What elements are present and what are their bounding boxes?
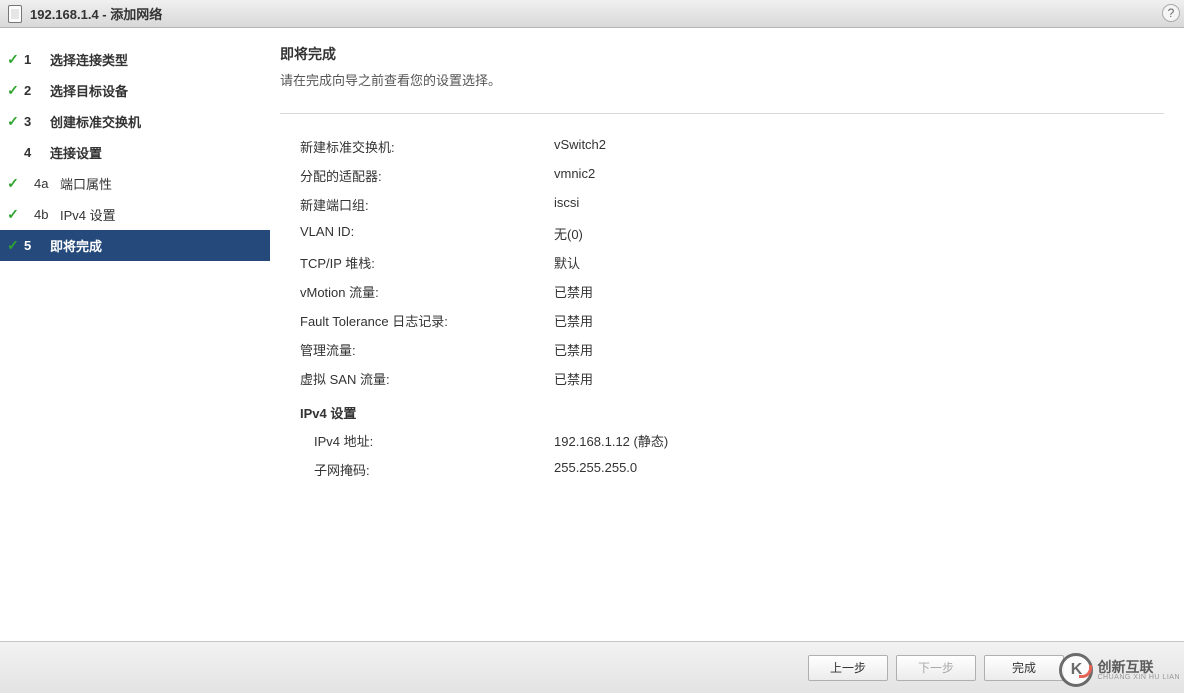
help-icon[interactable]: ? [1162, 4, 1180, 22]
page-subheading: 请在完成向导之前查看您的设置选择。 [280, 70, 1164, 99]
summary-val: 已禁用 [554, 340, 1164, 359]
wizard-step-ipv4-settings[interactable]: ✓ 4b IPv4 设置 [0, 199, 270, 230]
summary-row-ft-logging: Fault Tolerance 日志记录: 已禁用 [300, 306, 1164, 335]
summary-key: 管理流量: [300, 340, 554, 359]
summary-val: vSwitch2 [554, 137, 1164, 156]
summary-val: 192.168.1.12 (静态) [554, 431, 1164, 450]
watermark-logo-icon: K [1059, 653, 1093, 687]
wizard-footer: 上一步 下一步 完成 [0, 641, 1184, 693]
step-label: 创建标准交换机 [50, 112, 262, 131]
window-title: 192.168.1.4 - 添加网络 [30, 4, 162, 23]
check-icon: ✓ [2, 82, 24, 99]
step-label: 选择目标设备 [50, 81, 262, 100]
summary-val: iscsi [554, 195, 1164, 214]
step-number: 4a [24, 176, 60, 191]
summary-row-adapter: 分配的适配器: vmnic2 [300, 161, 1164, 190]
check-icon: ✓ [2, 113, 24, 130]
titlebar: 192.168.1.4 - 添加网络 ? [0, 0, 1184, 28]
step-number: 3 [24, 114, 50, 129]
wizard-step-connection-type[interactable]: ✓ 1 选择连接类型 [0, 44, 270, 75]
wizard-sidebar: ✓ 1 选择连接类型 ✓ 2 选择目标设备 ✓ 3 创建标准交换机 4 连接设置… [0, 28, 270, 641]
summary-row-new-switch: 新建标准交换机: vSwitch2 [300, 132, 1164, 161]
summary-table: 新建标准交换机: vSwitch2 分配的适配器: vmnic2 新建端口组: … [280, 132, 1164, 484]
watermark-py: CHUANG XIN HU LIAN [1097, 674, 1180, 681]
summary-val: 已禁用 [554, 282, 1164, 301]
summary-key: 分配的适配器: [300, 166, 554, 185]
step-label: 即将完成 [50, 236, 262, 255]
summary-row-subnet-mask: 子网掩码: 255.255.255.0 [300, 455, 1164, 484]
summary-key: 新建端口组: [300, 195, 554, 214]
summary-val: 无(0) [554, 224, 1164, 243]
step-number: 4 [24, 145, 50, 160]
wizard-step-port-properties[interactable]: ✓ 4a 端口属性 [0, 168, 270, 199]
check-icon: ✓ [2, 51, 24, 68]
summary-row-ipv4-address: IPv4 地址: 192.168.1.12 (静态) [300, 426, 1164, 455]
wizard-step-connection-settings[interactable]: 4 连接设置 [0, 137, 270, 168]
check-icon: ✓ [2, 175, 24, 192]
ipv4-section-header: IPv4 设置 [300, 393, 1164, 426]
step-label: IPv4 设置 [60, 205, 262, 224]
check-icon: ✓ [2, 237, 24, 254]
wizard-step-ready-to-complete[interactable]: ✓ 5 即将完成 [0, 230, 270, 261]
summary-key: Fault Tolerance 日志记录: [300, 311, 554, 330]
page-heading: 即将完成 [280, 44, 1164, 64]
wizard-step-create-switch[interactable]: ✓ 3 创建标准交换机 [0, 106, 270, 137]
wizard-content: 即将完成 请在完成向导之前查看您的设置选择。 新建标准交换机: vSwitch2… [270, 28, 1184, 641]
summary-key: vMotion 流量: [300, 282, 554, 301]
step-label: 选择连接类型 [50, 50, 262, 69]
summary-val: 默认 [554, 253, 1164, 272]
step-number: 5 [24, 238, 50, 253]
back-button[interactable]: 上一步 [808, 655, 888, 681]
summary-val: 255.255.255.0 [554, 460, 1164, 479]
summary-key: 子网掩码: [300, 460, 554, 479]
finish-button[interactable]: 完成 [984, 655, 1064, 681]
summary-key: IPv4 地址: [300, 431, 554, 450]
watermark-text: 创新互联 CHUANG XIN HU LIAN [1097, 660, 1180, 681]
next-button: 下一步 [896, 655, 976, 681]
summary-key: TCP/IP 堆栈: [300, 253, 554, 272]
summary-key: 虚拟 SAN 流量: [300, 369, 554, 388]
host-icon [8, 5, 22, 23]
watermark-cn: 创新互联 [1097, 660, 1180, 674]
summary-row-vsan: 虚拟 SAN 流量: 已禁用 [300, 364, 1164, 393]
wizard-step-target-device[interactable]: ✓ 2 选择目标设备 [0, 75, 270, 106]
summary-row-management: 管理流量: 已禁用 [300, 335, 1164, 364]
step-number: 1 [24, 52, 50, 67]
summary-key: VLAN ID: [300, 224, 554, 243]
divider [280, 113, 1164, 114]
step-number: 2 [24, 83, 50, 98]
step-label: 连接设置 [50, 143, 262, 162]
check-icon: ✓ [2, 206, 24, 223]
step-number: 4b [24, 207, 60, 222]
summary-row-vmotion: vMotion 流量: 已禁用 [300, 277, 1164, 306]
summary-val: 已禁用 [554, 311, 1164, 330]
step-label: 端口属性 [60, 174, 262, 193]
summary-row-portgroup: 新建端口组: iscsi [300, 190, 1164, 219]
summary-key: 新建标准交换机: [300, 137, 554, 156]
summary-val: 已禁用 [554, 369, 1164, 388]
summary-row-vlan: VLAN ID: 无(0) [300, 219, 1164, 248]
summary-val: vmnic2 [554, 166, 1164, 185]
watermark: K 创新互联 CHUANG XIN HU LIAN [1059, 653, 1180, 687]
summary-row-tcpip: TCP/IP 堆栈: 默认 [300, 248, 1164, 277]
main-area: ✓ 1 选择连接类型 ✓ 2 选择目标设备 ✓ 3 创建标准交换机 4 连接设置… [0, 28, 1184, 641]
